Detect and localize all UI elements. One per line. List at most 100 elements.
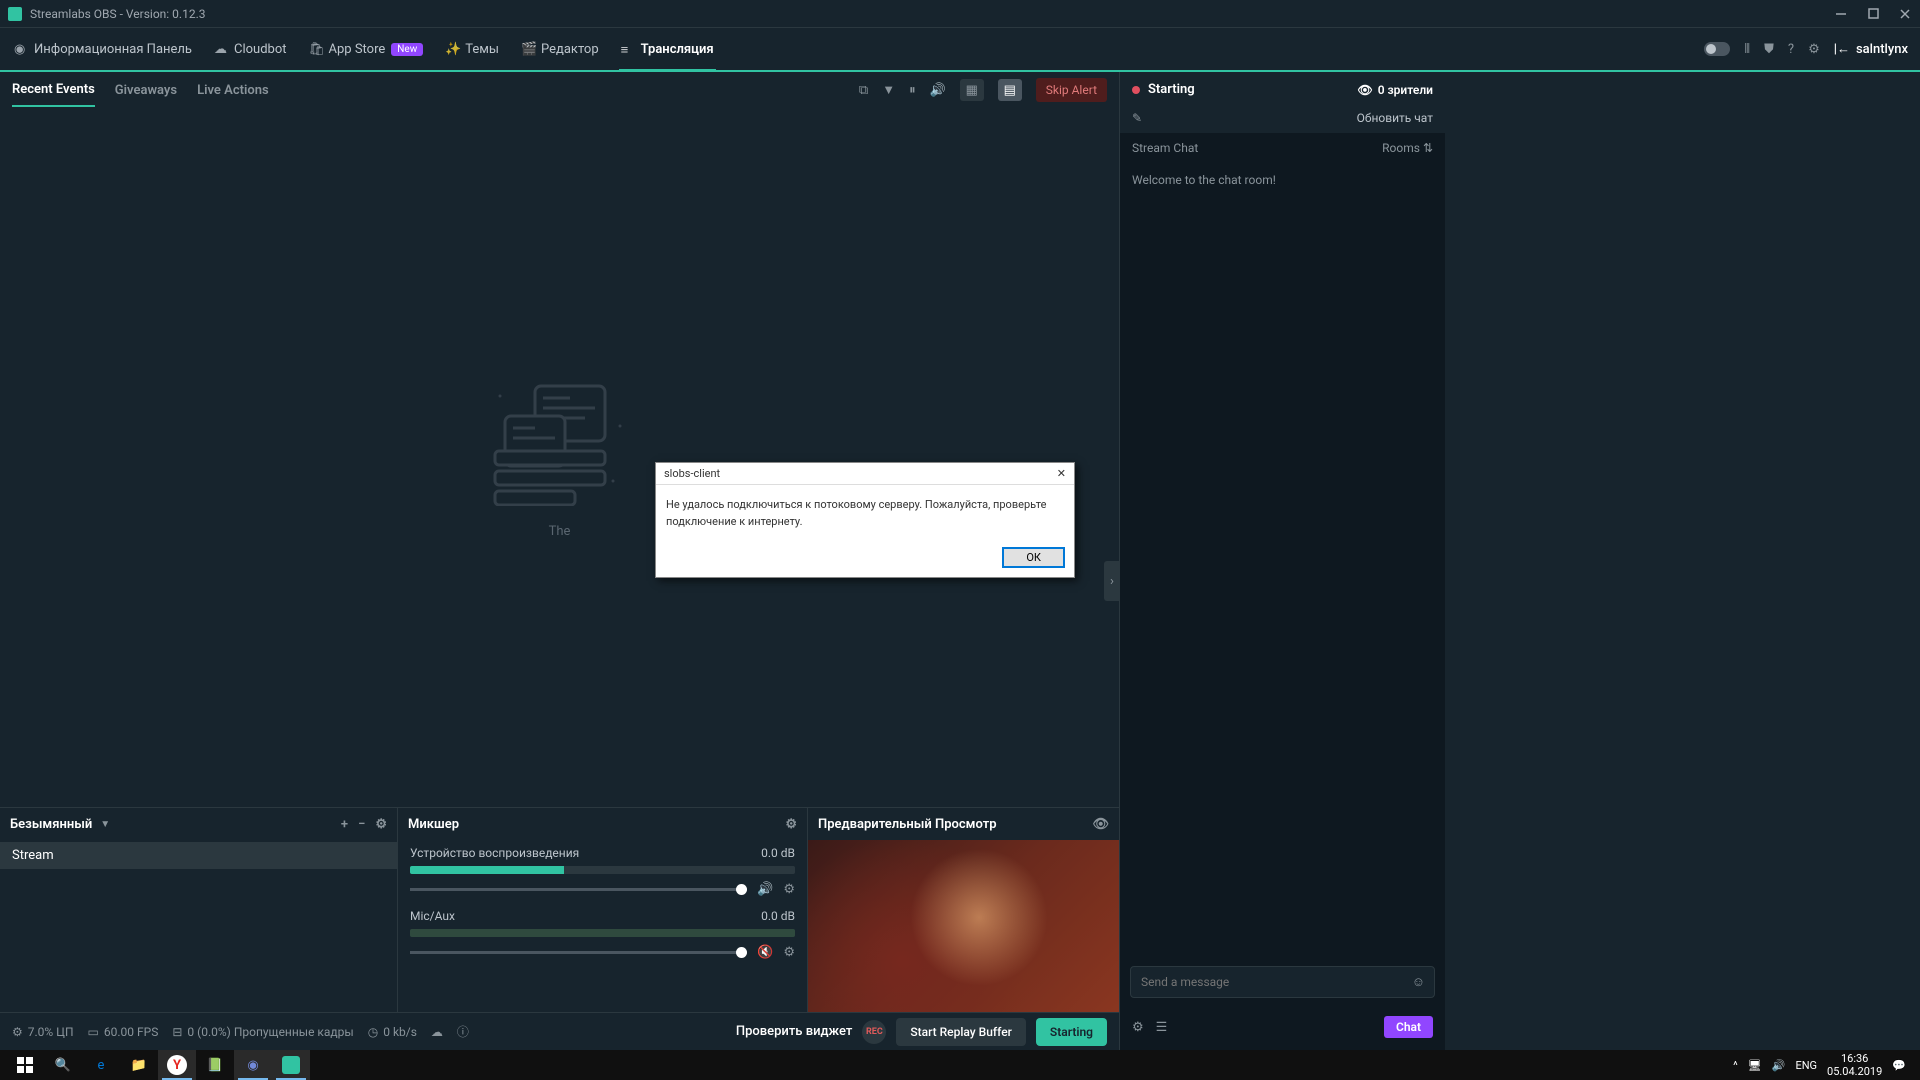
stream-status: Starting	[1148, 82, 1195, 97]
scene-settings-icon[interactable]: ⚙	[375, 817, 387, 832]
nav-label: Редактор	[541, 42, 599, 57]
chevron-down-icon[interactable]: ▼	[100, 819, 110, 830]
nav-label: App Store	[329, 42, 386, 57]
volume-slider[interactable]	[410, 951, 747, 954]
gear-icon[interactable]: ⚙	[783, 882, 795, 897]
status-dot-icon	[1132, 86, 1140, 94]
scene-item[interactable]: Stream	[0, 842, 397, 869]
events-illustration-icon	[485, 376, 635, 506]
collapse-chat-icon[interactable]: ›	[1104, 561, 1120, 601]
username: salntlynx	[1856, 42, 1908, 57]
tray-language[interactable]: ENG	[1795, 1059, 1817, 1072]
filter-icon[interactable]: ▼	[882, 82, 895, 98]
refresh-chat-link[interactable]: Обновить чат	[1357, 111, 1433, 125]
nav-label: Cloudbot	[234, 42, 287, 57]
emoji-icon[interactable]: ☺	[1412, 974, 1425, 990]
help-icon[interactable]: ?	[1788, 42, 1794, 57]
replay-buffer-button[interactable]: Start Replay Buffer	[896, 1018, 1026, 1046]
nav-label: Темы	[465, 42, 499, 57]
close-button[interactable]	[1898, 7, 1912, 21]
test-widget-link[interactable]: Проверить виджет	[736, 1024, 853, 1039]
taskbar-app[interactable]: 📗	[196, 1050, 234, 1080]
bag-icon: 🛍	[309, 42, 323, 56]
nav-label: Трансляция	[641, 42, 714, 57]
add-scene-icon[interactable]: +	[341, 817, 348, 832]
rooms-dropdown[interactable]: Rooms ⇅	[1382, 141, 1433, 155]
grid-view-button[interactable]: ▦	[960, 79, 984, 101]
film-icon: 🎬	[521, 42, 535, 56]
tray-clock[interactable]: 16:36 05.04.2019	[1827, 1052, 1882, 1078]
nav-cloudbot[interactable]: ☁ Cloudbot	[212, 38, 289, 61]
nav-appstore[interactable]: 🛍 App Store New	[307, 38, 426, 61]
record-button[interactable]: REC	[862, 1020, 886, 1044]
chat-input[interactable]	[1130, 966, 1435, 998]
gear-icon[interactable]: ⚙	[783, 945, 795, 960]
error-dialog: slobs-client ✕ Не удалось подключиться к…	[655, 462, 1075, 578]
list-view-button[interactable]: ▤	[998, 79, 1022, 101]
remove-scene-icon[interactable]: −	[358, 817, 365, 832]
dialog-message: Не удалось подключиться к потоковому сер…	[656, 485, 1074, 542]
titlebar: Streamlabs OBS - Version: 0.12.3	[0, 0, 1920, 28]
maximize-button[interactable]	[1866, 7, 1880, 21]
viewer-count: 0 зрители	[1378, 83, 1433, 97]
users-icon[interactable]: ☰	[1156, 1020, 1168, 1035]
popout-icon[interactable]: ⧉	[859, 83, 868, 98]
chat-send-button[interactable]: Chat	[1384, 1016, 1433, 1038]
taskbar-discord[interactable]: ◉	[234, 1050, 272, 1080]
visibility-icon[interactable]: 👁	[1092, 817, 1109, 832]
taskbar-edge[interactable]: e	[82, 1050, 120, 1080]
audio-meter	[410, 929, 795, 937]
settings-icon[interactable]: ⚙	[1808, 42, 1820, 57]
taskbar-slobs[interactable]	[272, 1050, 310, 1080]
info-icon[interactable]: ⓘ	[457, 1023, 469, 1040]
shield-icon[interactable]: ⛊	[1764, 42, 1774, 57]
mixer-settings-icon[interactable]: ⚙	[785, 817, 797, 832]
search-button[interactable]: 🔍	[44, 1050, 82, 1080]
dropped-icon: ⊟	[172, 1025, 182, 1039]
skip-alert-button[interactable]: Skip Alert	[1036, 78, 1107, 102]
cpu-stat: 7.0% ЦП	[28, 1025, 74, 1039]
logout-icon: |←	[1834, 41, 1850, 57]
tray-notifications-icon[interactable]: 💬	[1892, 1059, 1906, 1072]
chat-settings-icon[interactable]: ⚙	[1132, 1020, 1144, 1035]
chat-welcome: Welcome to the chat room!	[1132, 173, 1433, 187]
nav-dashboard[interactable]: ◉ Информационная Панель	[12, 38, 194, 61]
tab-recent-events[interactable]: Recent Events	[12, 74, 95, 107]
tab-giveaways[interactable]: Giveaways	[115, 75, 177, 106]
cloud-icon: ☁	[214, 42, 228, 56]
mute-icon[interactable]: 🔇	[757, 945, 773, 960]
start-button[interactable]	[6, 1050, 44, 1080]
nav-themes[interactable]: ✨ Темы	[443, 38, 501, 61]
stream-preview	[808, 840, 1119, 1012]
taskbar-explorer[interactable]: 📁	[120, 1050, 158, 1080]
nav-live[interactable]: ≡ Трансляция	[619, 30, 716, 71]
user-menu[interactable]: |← salntlynx	[1834, 41, 1908, 57]
tray-volume-icon[interactable]: 🔊	[1772, 1059, 1786, 1072]
taskbar-yandex[interactable]: Y	[158, 1050, 196, 1080]
mixer-device-label: Mic/Aux	[410, 909, 455, 923]
edit-icon[interactable]: ✎	[1132, 111, 1142, 125]
nav-label: Информационная Панель	[34, 42, 192, 57]
audio-meter	[410, 866, 795, 874]
mode-toggle[interactable]	[1704, 42, 1730, 56]
bitrate-stat: 0 kb/s	[383, 1025, 417, 1039]
cloud-icon[interactable]: ☁	[431, 1025, 443, 1039]
tray-expand-icon[interactable]: ^	[1733, 1059, 1738, 1072]
metrics-icon[interactable]: ⦀	[1744, 42, 1750, 57]
empty-state: The	[485, 376, 635, 539]
tray-date: 05.04.2019	[1827, 1065, 1882, 1078]
volume-slider[interactable]	[410, 888, 747, 891]
pause-icon[interactable]: ⏸	[909, 83, 916, 98]
dialog-ok-button[interactable]: ОК	[1003, 548, 1064, 567]
tray-network-icon[interactable]: 🖥	[1748, 1059, 1762, 1072]
volume-icon[interactable]: 🔊	[930, 83, 946, 98]
broadcast-icon: ≡	[621, 42, 635, 56]
minimize-button[interactable]	[1834, 7, 1848, 21]
nav-editor[interactable]: 🎬 Редактор	[519, 38, 601, 61]
mixer-item-mic: Mic/Aux0.0 dB 🔇 ⚙	[398, 903, 807, 966]
dialog-close-icon[interactable]: ✕	[1057, 467, 1066, 480]
speaker-icon[interactable]: 🔊	[757, 882, 773, 897]
go-live-button[interactable]: Starting	[1036, 1018, 1107, 1046]
tab-live-actions[interactable]: Live Actions	[197, 75, 269, 106]
dropped-stat: 0 (0.0%) Пропущенные кадры	[187, 1025, 353, 1039]
